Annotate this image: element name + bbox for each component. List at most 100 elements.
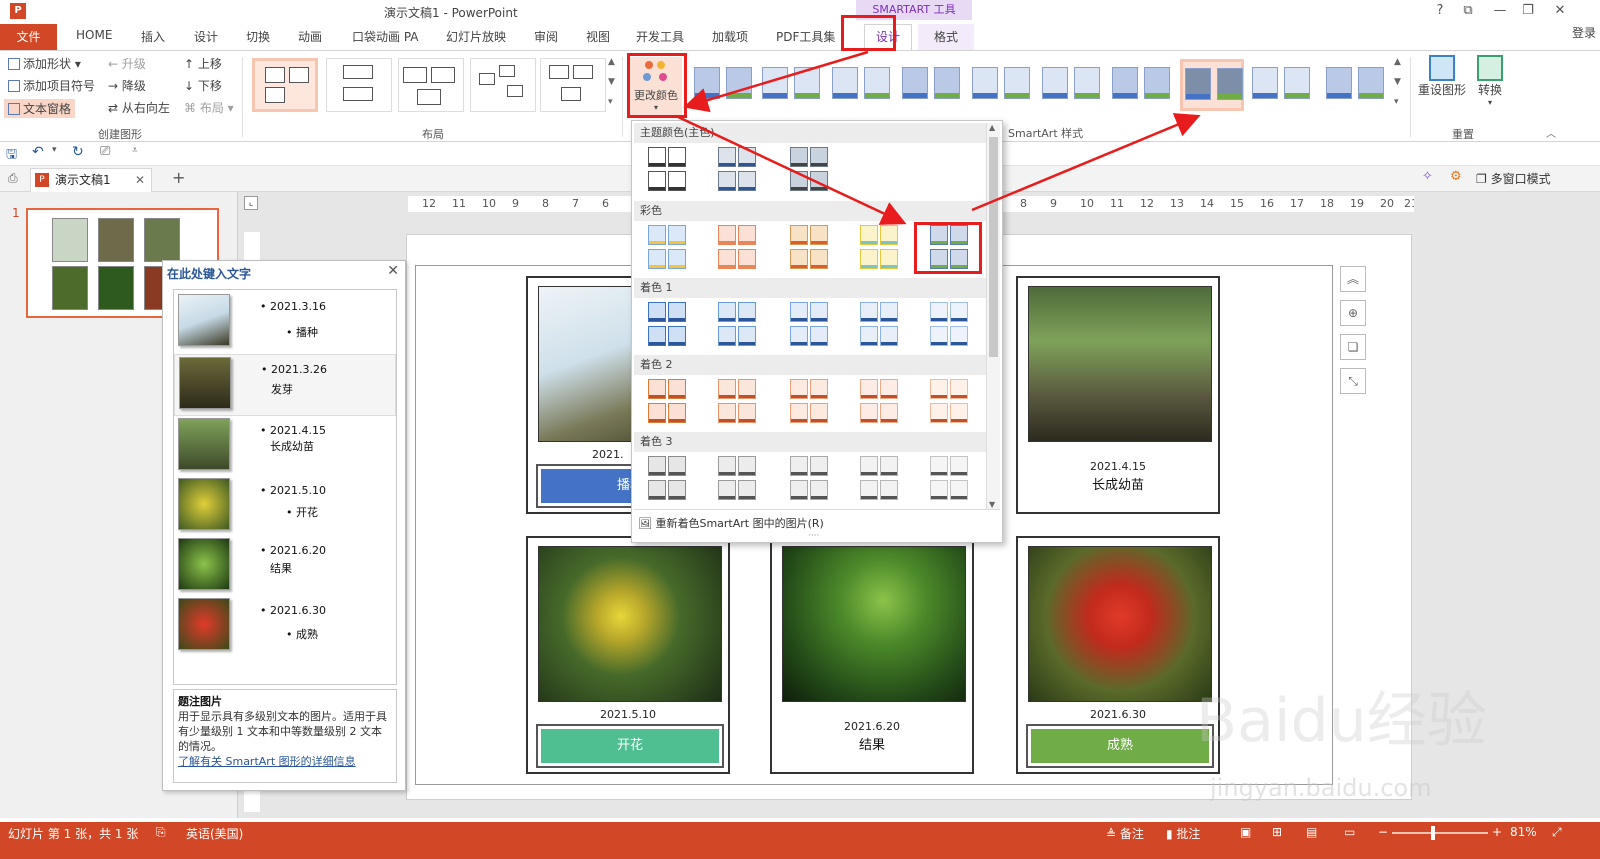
- proofing-icon[interactable]: ⎘: [156, 825, 166, 840]
- reading-view-icon[interactable]: ▤: [1306, 825, 1317, 839]
- smartart-style-thumb[interactable]: [900, 65, 964, 103]
- color-swatch[interactable]: [648, 225, 688, 271]
- color-swatch[interactable]: [930, 225, 970, 271]
- collapse-ribbon-icon[interactable]: ︿: [1546, 125, 1556, 140]
- styles-scroll-down-icon[interactable]: ▼: [1394, 77, 1401, 87]
- tab-animations[interactable]: 动画: [298, 28, 322, 45]
- list-item[interactable]: • 2021.3.16 • 播种: [174, 292, 396, 354]
- layout-thumb-3[interactable]: [398, 58, 464, 112]
- comments-button[interactable]: ▮ 批注: [1166, 825, 1200, 842]
- color-swatch[interactable]: [648, 379, 688, 425]
- smartart-style-thumb[interactable]: [830, 65, 894, 103]
- card-picture-ripe[interactable]: [1028, 546, 1212, 702]
- card-picture-seedlings[interactable]: [1028, 286, 1212, 442]
- color-swatch[interactable]: [930, 456, 970, 502]
- color-swatch[interactable]: [718, 456, 758, 502]
- list-item[interactable]: • 2021.4.15 长成幼苗: [174, 416, 396, 478]
- list-item[interactable]: • 2021.5.10 • 开花: [174, 476, 396, 538]
- color-swatch[interactable]: [930, 379, 970, 425]
- tab-review[interactable]: 审阅: [534, 28, 558, 45]
- collapse-up-icon[interactable]: ︽: [1340, 266, 1366, 292]
- save-icon[interactable]: 🖫: [6, 145, 17, 167]
- smartart-style-thumb[interactable]: [970, 65, 1034, 103]
- move-up-button[interactable]: ↑ 上移: [184, 55, 222, 72]
- color-swatch[interactable]: [790, 302, 830, 348]
- magic-wand-icon[interactable]: ✧: [1422, 169, 1433, 184]
- layout-thumb-5[interactable]: [540, 58, 606, 112]
- card-picture-fruiting[interactable]: [782, 546, 966, 702]
- recolor-pictures-option[interactable]: 🖼 重新着色SmartArt 图中的图片(R): [638, 515, 824, 531]
- tab-addins[interactable]: 加载项: [712, 28, 748, 45]
- start-slideshow-icon[interactable]: ⎚: [100, 144, 110, 159]
- color-swatch[interactable]: [648, 302, 688, 348]
- color-swatch[interactable]: [790, 456, 830, 502]
- slideshow-view-icon[interactable]: ▭: [1344, 825, 1355, 839]
- styles-scroll-up-icon[interactable]: ▲: [1394, 57, 1401, 67]
- gallery-scroll-down-icon[interactable]: ▼: [608, 77, 615, 87]
- smartart-style-thumb[interactable]: [1040, 65, 1104, 103]
- add-bullet-button[interactable]: 添加项目符号: [8, 77, 95, 94]
- tab-design[interactable]: 设计: [194, 28, 218, 45]
- redo-icon[interactable]: ↻: [72, 144, 84, 160]
- smartart-style-thumb[interactable]: [692, 65, 756, 103]
- zoom-slider[interactable]: [1392, 826, 1488, 840]
- scroll-down-icon[interactable]: ▼: [989, 500, 995, 509]
- move-down-button[interactable]: ↓ 下移: [184, 77, 222, 94]
- color-swatch[interactable]: [860, 379, 900, 425]
- card-label-button[interactable]: 开花: [536, 724, 724, 768]
- undo-dropdown-icon[interactable]: ▾: [52, 145, 57, 155]
- notes-button[interactable]: ≜ 备注: [1106, 825, 1144, 842]
- tab-pdf-tools[interactable]: PDF工具集: [776, 28, 835, 45]
- smartart-style-thumb[interactable]: [1250, 65, 1314, 103]
- tab-insert[interactable]: 插入: [141, 28, 165, 45]
- learn-more-link[interactable]: 了解有关 SmartArt 图形的详细信息: [178, 754, 392, 769]
- picture-card-5[interactable]: 2021.6.20 结果: [770, 536, 974, 774]
- gallery-expand-icon[interactable]: ▾: [608, 97, 613, 107]
- zoom-level[interactable]: 81%: [1510, 825, 1537, 839]
- picture-card-6[interactable]: 2021.6.30 成熟: [1016, 536, 1220, 774]
- list-item-picture[interactable]: [178, 598, 230, 650]
- zoom-slider-knob[interactable]: [1431, 826, 1436, 840]
- color-swatch[interactable]: [790, 379, 830, 425]
- crop-options-icon[interactable]: ⤡: [1340, 368, 1366, 394]
- picture-card-3[interactable]: 2021.4.15 长成幼苗: [1016, 276, 1220, 514]
- list-item-picture[interactable]: [178, 538, 230, 590]
- card-picture-flowering[interactable]: [538, 546, 722, 702]
- picture-card-4[interactable]: 2021.5.10 开花: [526, 536, 730, 774]
- settings-gear-icon[interactable]: ⚙: [1450, 169, 1462, 184]
- color-swatch[interactable]: [718, 302, 758, 348]
- tab-view[interactable]: 视图: [586, 28, 610, 45]
- tab-home[interactable]: HOME: [76, 28, 112, 42]
- smartart-style-thumb[interactable]: [760, 65, 824, 103]
- smartart-style-thumb[interactable]: [1324, 65, 1388, 103]
- fit-to-window-icon[interactable]: ⤢: [1552, 825, 1562, 840]
- promote-button[interactable]: ← 升级: [108, 55, 146, 72]
- scroll-up-icon[interactable]: ▲: [989, 123, 995, 132]
- color-swatch[interactable]: [860, 225, 900, 271]
- ribbon-display-icon[interactable]: ⧉: [1456, 3, 1480, 18]
- resize-grip-icon[interactable]: ····: [808, 531, 819, 541]
- zoom-in-icon[interactable]: +: [1492, 825, 1502, 839]
- add-shape-button[interactable]: 添加形状 ▾: [8, 55, 81, 72]
- color-swatch[interactable]: [860, 456, 900, 502]
- layout-thumb-4[interactable]: [470, 58, 536, 112]
- close-icon[interactable]: ✕: [1548, 3, 1572, 18]
- layout-thumb-2[interactable]: [326, 58, 392, 112]
- color-swatch[interactable]: [648, 147, 688, 193]
- document-tab[interactable]: P 演示文稿1 ✕: [30, 168, 152, 192]
- new-tab-icon[interactable]: +: [172, 168, 185, 187]
- color-swatch[interactable]: [648, 456, 688, 502]
- customize-qat-icon[interactable]: ⩡: [132, 145, 138, 156]
- smartart-style-thumb[interactable]: [1180, 59, 1244, 111]
- slide-sorter-icon[interactable]: ⊞: [1272, 825, 1282, 839]
- list-item-picture[interactable]: [178, 478, 230, 530]
- multi-window-button[interactable]: ❐ 多窗口模式: [1476, 170, 1551, 187]
- close-icon[interactable]: ✕: [387, 263, 399, 279]
- language-status[interactable]: 英语(美国): [186, 825, 243, 842]
- help-icon[interactable]: ?: [1428, 3, 1452, 18]
- maximize-icon[interactable]: ❐: [1516, 3, 1540, 18]
- gallery-scroll-up-icon[interactable]: ▲: [608, 57, 615, 67]
- dropdown-scrollbar[interactable]: ▲ ▼: [986, 123, 1000, 509]
- list-item[interactable]: • 2021.3.26 发芽: [174, 354, 396, 416]
- color-swatch[interactable]: [718, 225, 758, 271]
